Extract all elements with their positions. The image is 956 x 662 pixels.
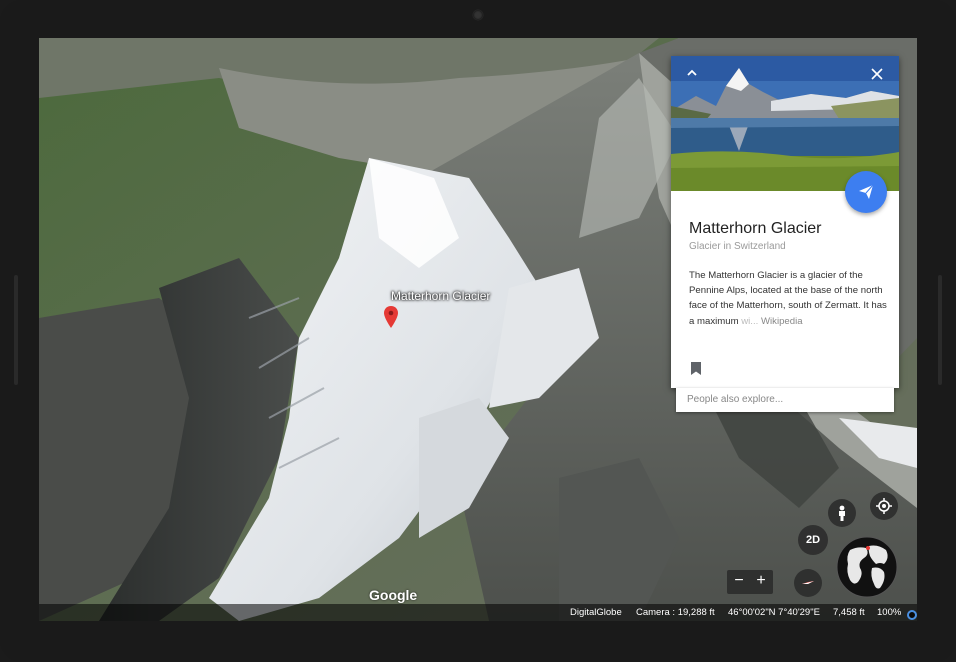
imagery-attribution[interactable]: DigitalGlobe [570,607,622,618]
bezel-right-button [938,275,942,385]
google-watermark: Google [369,587,418,603]
status-indicator-icon[interactable] [907,610,917,620]
status-bar: DigitalGlobe Camera : 19,288 ft 46°00'02… [39,604,917,621]
zoom-out-button[interactable]: − [729,572,749,590]
camera-altitude: Camera : 19,288 ft [636,607,715,618]
people-also-explore[interactable]: People also explore... [676,388,894,412]
collapse-card-button[interactable] [683,66,701,84]
close-card-button[interactable] [868,66,886,84]
my-location-icon [876,498,892,514]
imagery-zoom: 100% [877,607,902,618]
chevron-up-icon [687,69,697,76]
coordinates: 46°00'02"N 7°40'29"E [728,607,820,618]
share-button[interactable] [845,171,887,213]
street-view-button[interactable] [828,499,856,527]
my-location-button[interactable] [870,492,898,520]
map-pin-icon[interactable] [384,306,398,328]
people-also-explore-label: People also explore... [687,394,784,405]
description-fade: wi... [741,315,759,327]
info-card: Matterhorn Glacier Glacier in Switzerlan… [671,56,899,388]
wikipedia-link[interactable]: Wikipedia [761,316,803,327]
compass-icon [802,581,814,584]
card-title: Matterhorn Glacier [689,220,822,237]
card-subtitle: Glacier in Switzerland [689,241,786,252]
bezel-left-button [14,275,18,385]
zoom-in-button[interactable]: + [751,572,771,590]
pegman-icon [839,505,845,521]
globe-icon[interactable] [836,536,898,598]
view-2d-button[interactable]: 2D [798,525,828,555]
card-description: The Matterhorn Glacier is a glacier of t… [689,268,887,329]
elevation: 7,458 ft [833,607,865,618]
zoom-control: − + [727,570,773,594]
compass-button[interactable] [794,569,822,597]
paper-plane-icon [859,184,874,199]
place-label[interactable]: Matterhorn Glacier [391,289,490,303]
bookmark-icon[interactable] [691,362,701,375]
earth-viewport[interactable]: Matterhorn Glacier Google Matterhorn Gla… [39,38,917,621]
close-icon [871,68,883,80]
front-camera [473,10,483,20]
